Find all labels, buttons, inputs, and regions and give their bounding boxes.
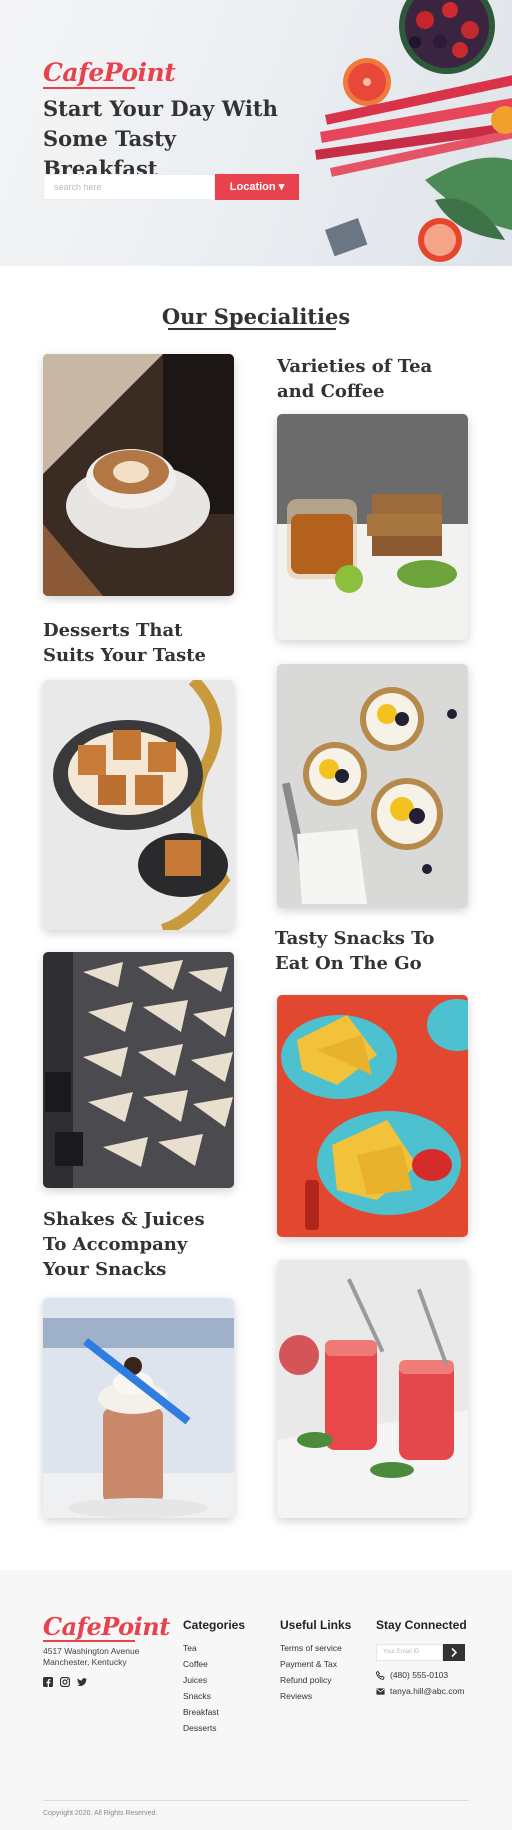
dessert-tarts-image[interactable] [277, 664, 468, 908]
link-payment-tax[interactable]: Payment & Tax [280, 1659, 337, 1669]
hero-title: Start Your Day With Some Tasty Breakfast [43, 96, 278, 181]
location-button[interactable]: Location ▾ [215, 174, 299, 200]
link-refund-policy[interactable]: Refund policy [280, 1675, 332, 1685]
category-link-desserts[interactable]: Desserts [183, 1723, 217, 1733]
category-link-coffee[interactable]: Coffee [183, 1659, 208, 1669]
coffee-image[interactable] [43, 354, 234, 596]
search-input[interactable]: search here [43, 174, 215, 200]
facebook-icon[interactable] [43, 1677, 53, 1687]
logo-underline [43, 87, 135, 89]
footer-divider [43, 1800, 469, 1801]
category-link-tea[interactable]: Tea [183, 1643, 197, 1653]
instagram-icon[interactable] [60, 1677, 70, 1687]
stay-connected-title: Stay Connected [376, 1618, 467, 1632]
title-underline [168, 328, 336, 330]
tea-image[interactable] [277, 414, 468, 640]
location-label: Location [229, 181, 276, 193]
category-link-juices[interactable]: Juices [183, 1675, 207, 1685]
address: 4517 Washington Avenue Manchester, Kentu… [43, 1646, 139, 1668]
hero-fruit-image [315, 0, 512, 262]
footer-logo[interactable]: CafePoint [43, 1612, 170, 1641]
useful-links-title: Useful Links [280, 1618, 352, 1632]
phone-icon [376, 1671, 385, 1680]
mail-icon [376, 1688, 385, 1695]
caret-down-icon: ▾ [278, 181, 285, 193]
link-reviews[interactable]: Reviews [280, 1691, 312, 1701]
hero-banner: CafePoint Start Your Day With Some Tasty… [0, 0, 512, 266]
twitter-icon[interactable] [77, 1677, 87, 1687]
juice-image[interactable] [277, 1260, 468, 1518]
snack-nuts-image[interactable] [43, 952, 234, 1188]
copyright: Copyright 2020. All Rights Reserved. [43, 1810, 158, 1817]
snack-nachos-image[interactable] [277, 995, 468, 1237]
heading-tea-coffee: Varieties of Tea and Coffee [277, 356, 433, 402]
categories-title: Categories [183, 1618, 246, 1632]
footer: CafePoint 4517 Washington Avenue Manches… [0, 1570, 512, 1830]
chevron-right-icon [451, 1647, 458, 1658]
brand-logo[interactable]: CafePoint [43, 58, 176, 87]
newsletter-email-input[interactable]: Your Email ID [376, 1644, 443, 1661]
address-line1: 4517 Washington Avenue [43, 1646, 140, 1656]
heading-desserts: Desserts That Suits Your Taste [43, 620, 207, 666]
phone-number: (480) 555-0103 [390, 1670, 449, 1680]
specialities-title: Our Specialities [161, 304, 351, 329]
category-link-snacks[interactable]: Snacks [183, 1691, 211, 1701]
email-address: tanya.hill@abc.com [390, 1686, 465, 1696]
heading-snacks: Tasty Snacks To Eat On The Go [275, 928, 435, 974]
footer-logo-underline [43, 1640, 135, 1642]
milkshake-image[interactable] [43, 1298, 234, 1518]
newsletter-submit-button[interactable] [443, 1644, 465, 1661]
address-line2: Manchester, Kentucky [43, 1657, 127, 1667]
heading-shakes-juices: Shakes & Juices To Accompany Your Snacks [43, 1209, 205, 1280]
category-link-breakfast[interactable]: Breakfast [183, 1707, 219, 1717]
dessert-cakes-image[interactable] [43, 680, 234, 930]
link-terms[interactable]: Terms of service [280, 1643, 342, 1653]
